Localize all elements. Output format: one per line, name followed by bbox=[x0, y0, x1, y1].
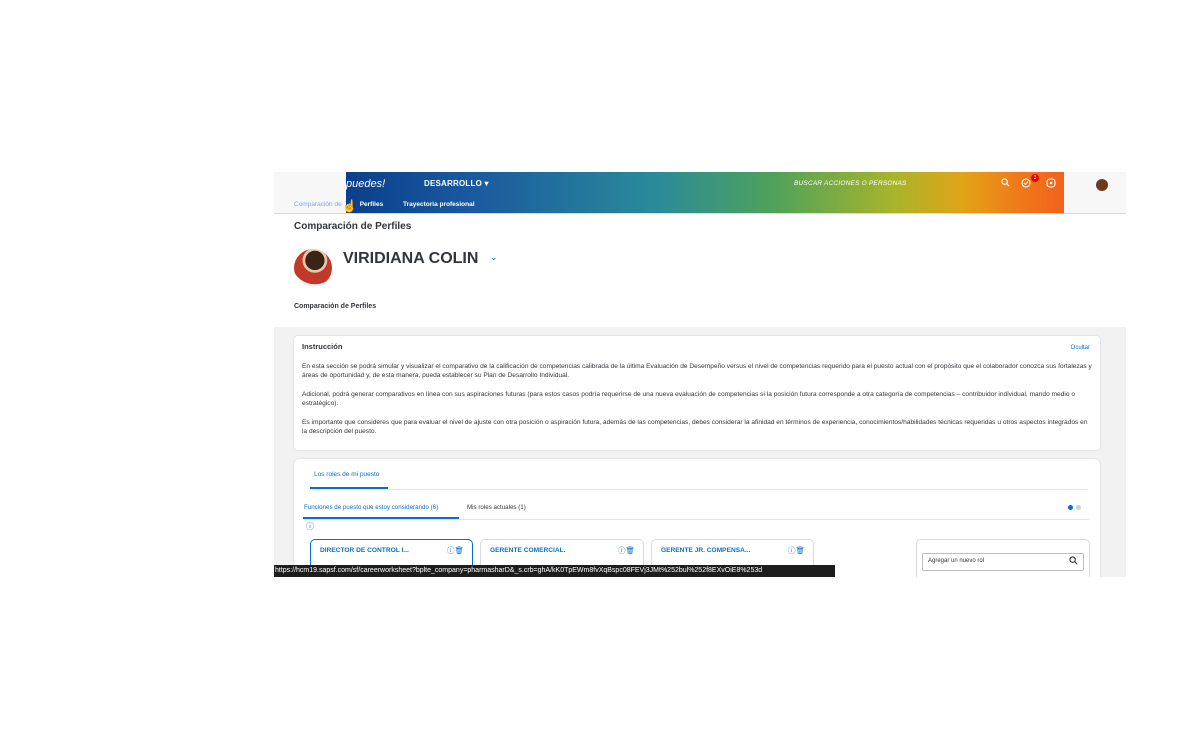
notification-icon[interactable] bbox=[1021, 178, 1031, 191]
instruction-paragraph: Adicional, podrá generar comparativos en… bbox=[302, 391, 1076, 407]
sub-navigation: Comparación de Perfiles Trayectoria profe… bbox=[294, 201, 493, 208]
carousel-dot[interactable] bbox=[1076, 505, 1081, 510]
subnav-item-perfiles[interactable]: Perfiles bbox=[360, 201, 384, 208]
carousel-dots bbox=[1068, 497, 1084, 515]
add-role-placeholder: Agregar un nuevo rol bbox=[928, 558, 985, 564]
status-bar-url: https://hcm19.sapsf.com/sf/careerworkshe… bbox=[274, 565, 835, 577]
tab-separator bbox=[310, 489, 1088, 490]
tab-current-roles[interactable]: Mis roles actuales (1) bbox=[467, 504, 526, 511]
tab-roles-de-mi-puesto[interactable]: Los roles de mi puesto bbox=[314, 471, 379, 478]
add-role-panel: Agregar un nuevo rol bbox=[916, 539, 1090, 577]
delete-icon[interactable]: 🗑 bbox=[625, 546, 635, 555]
header-divider bbox=[274, 213, 1126, 214]
role-card-title: GERENTE JR. COMPENSA... bbox=[661, 547, 751, 554]
role-card-title: DIRECTOR DE CONTROL I... bbox=[320, 547, 409, 554]
profile-photo bbox=[294, 249, 332, 287]
chevron-down-icon[interactable]: ⌄ bbox=[490, 252, 498, 263]
subtab-separator bbox=[303, 519, 1089, 520]
help-icon[interactable] bbox=[1046, 178, 1056, 191]
chevron-down-icon: ▾ bbox=[484, 179, 489, 188]
instruction-paragraph: En esta sección se podrá simular y visua… bbox=[302, 363, 1092, 379]
section-menu-label: DESARROLLO bbox=[424, 179, 482, 188]
delete-icon[interactable]: 🗑 bbox=[795, 546, 805, 555]
section-subtitle: Comparación de Perfiles bbox=[294, 303, 377, 310]
global-search-input[interactable]: BUSCAR ACCIONES O PERSONAS bbox=[794, 180, 907, 187]
search-icon[interactable] bbox=[1069, 556, 1078, 567]
notification-badge: 3 bbox=[1031, 174, 1039, 182]
subnav-item-comparacion[interactable]: Comparación de bbox=[294, 201, 342, 208]
page-title: Comparación de Perfiles bbox=[294, 221, 412, 232]
app-window: puedes! DESARROLLO ▾ BUSCAR ACCIONES O P… bbox=[274, 172, 1126, 577]
instruction-title: Instrucción bbox=[302, 342, 343, 351]
section-menu-button[interactable]: DESARROLLO ▾ bbox=[424, 179, 489, 188]
tab-considering-roles[interactable]: Funciones de puesto que estoy consideran… bbox=[304, 504, 438, 511]
hide-instruction-link[interactable]: Ocultar bbox=[1071, 345, 1090, 351]
person-name[interactable]: VIRIDIANA COLIN bbox=[343, 250, 478, 268]
info-icon[interactable]: ⓘ bbox=[306, 521, 314, 532]
add-role-search-input[interactable]: Agregar un nuevo rol bbox=[922, 553, 1084, 571]
roles-card: Los roles de mi puesto Funciones de pues… bbox=[294, 459, 1100, 577]
carousel-dot-active[interactable] bbox=[1068, 505, 1073, 510]
delete-icon[interactable]: 🗑 bbox=[454, 546, 464, 555]
instruction-paragraph: Es importante que consideres que para ev… bbox=[302, 419, 1088, 435]
search-icon[interactable] bbox=[1001, 178, 1010, 190]
role-card-title: GERENTE COMERCIAL. bbox=[490, 547, 566, 554]
instruction-card: Instrucción Ocultar En esta sección se p… bbox=[294, 336, 1100, 450]
shell-header: puedes! DESARROLLO ▾ BUSCAR ACCIONES O P… bbox=[274, 172, 1126, 213]
company-logo[interactable]: puedes! bbox=[346, 178, 385, 190]
mouse-cursor-icon: ☝ bbox=[342, 199, 357, 213]
user-avatar[interactable] bbox=[1096, 179, 1108, 191]
subnav-item-trayectoria[interactable]: Trayectoria profesional bbox=[403, 201, 475, 208]
